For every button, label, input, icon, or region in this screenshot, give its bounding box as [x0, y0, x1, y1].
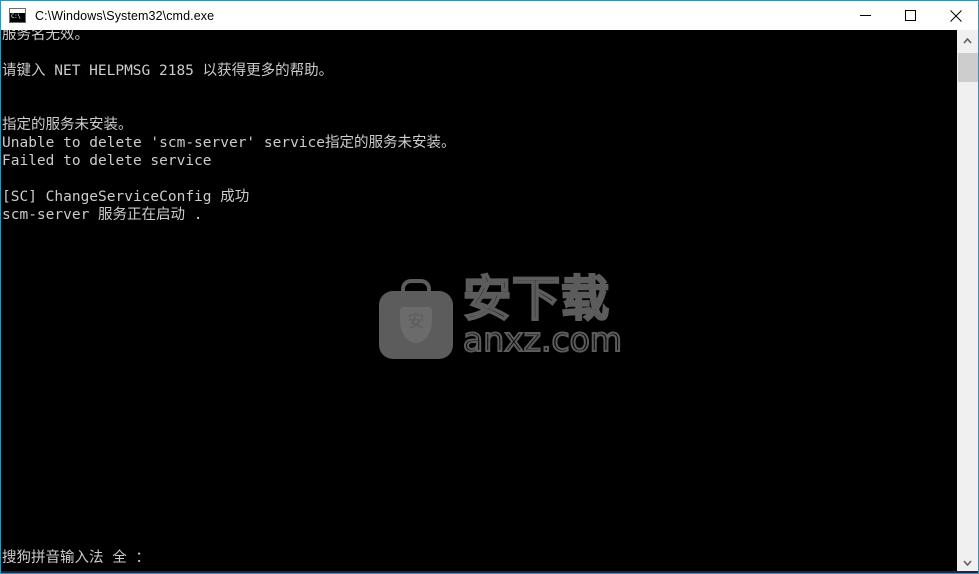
- console-scrollbar[interactable]: [956, 30, 978, 573]
- watermark-chinese: 安下载: [462, 271, 611, 327]
- window-bottom-edge: [1, 571, 978, 573]
- scrollbar-down-button[interactable]: [957, 552, 978, 573]
- console-output-area[interactable]: 服务名无效。 请键入 NET HELPMSG 2185 以获得更多的帮助。 指定…: [1, 30, 957, 573]
- shield-icon: 安: [400, 307, 432, 343]
- window-controls: [843, 1, 978, 30]
- ime-status-line: 搜狗拼音输入法 全 ：: [2, 550, 150, 566]
- briefcase-handle-icon: [401, 279, 431, 299]
- console-line: scm-server 服务正在启动 .: [2, 207, 203, 223]
- chevron-up-icon: [963, 37, 972, 44]
- cmd-window: C:\ C:\Windows\System32\cmd.exe 服务名无效。 请…: [0, 0, 979, 574]
- scrollbar-thumb[interactable]: [958, 53, 978, 82]
- console-line: 指定的服务未安装。: [2, 117, 133, 133]
- close-icon: [949, 9, 962, 22]
- watermark-text: 安下载 anxz.com: [462, 271, 623, 359]
- minimize-button[interactable]: [843, 1, 888, 30]
- watermark: 安 安下载 anxz.com: [379, 272, 623, 365]
- maximize-button[interactable]: [888, 1, 933, 30]
- chevron-down-icon: [963, 559, 972, 566]
- cmd-icon[interactable]: C:\: [9, 8, 26, 23]
- console-line: 服务名无效。: [2, 30, 89, 43]
- title-bar[interactable]: C:\ C:\Windows\System32\cmd.exe: [1, 1, 978, 31]
- scrollbar-up-button[interactable]: [957, 30, 978, 51]
- close-button[interactable]: [933, 1, 978, 30]
- console-line: Unable to delete 'scm-server' service指定的…: [2, 135, 456, 151]
- minimize-icon: [860, 15, 871, 16]
- cmd-icon-prompt: C:\: [10, 13, 25, 22]
- console-line: 请键入 NET HELPMSG 2185 以获得更多的帮助。: [2, 63, 334, 79]
- console-line: Failed to delete service: [2, 153, 212, 169]
- briefcase-body-icon: [379, 291, 453, 359]
- watermark-domain: anxz.com: [462, 320, 623, 359]
- maximize-icon: [905, 10, 916, 21]
- anxz-logo-icon: 安: [379, 279, 453, 359]
- window-title: C:\Windows\System32\cmd.exe: [35, 8, 215, 23]
- console-text-block: 服务名无效。 请键入 NET HELPMSG 2185 以获得更多的帮助。 指定…: [2, 30, 456, 224]
- console-line: [SC] ChangeServiceConfig 成功: [2, 189, 250, 205]
